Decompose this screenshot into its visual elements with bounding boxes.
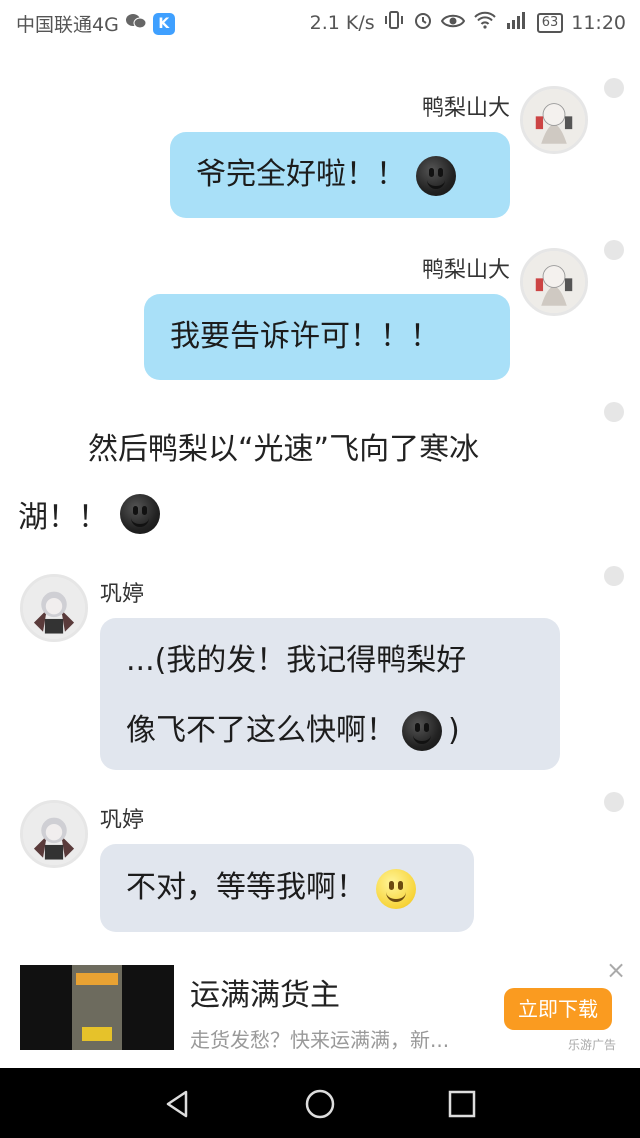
eye-icon [440,12,465,34]
message-text-end: ) [448,713,460,748]
wifi-icon [473,11,497,34]
message-select-dot[interactable] [604,78,624,98]
message-text: 爷完全好啦！！ [196,157,406,192]
status-bar: 中国联通4G K 2.1 K/s 63 11:20 [0,0,640,44]
message-text-line: 像飞不了这么快啊！ ) [126,696,534,766]
message-text: ...(我的发！我记得鸭梨好 [126,643,467,678]
recents-icon[interactable] [442,1084,482,1124]
dark-smile-emoji [402,711,442,751]
sender-name: 鸭梨山大 [421,96,510,121]
alarm-icon [413,10,433,35]
dark-smile-emoji [120,494,160,534]
yellow-smile-emoji [375,868,416,909]
message-select-dot[interactable] [604,566,624,586]
clock: 11:20 [571,11,626,34]
download-button[interactable]: 立即下载 [504,988,612,1030]
home-icon[interactable] [300,1084,340,1124]
vibrate-icon [383,10,405,35]
message-bubble[interactable]: 我要告诉许可！！！ [144,294,510,380]
battery-icon: 63 [536,12,564,33]
message-select-dot[interactable] [604,792,624,812]
message-select-dot[interactable] [604,240,624,260]
signal-icon [505,11,529,34]
ad-source-label: 乐游广告 [568,1038,617,1052]
ad-title[interactable]: 运满满货主 [190,970,340,1014]
narration-text: 湖！！ [18,500,108,535]
sender-name: 巩婷 [100,808,145,833]
dark-smile-emoji [415,155,456,196]
sender-name: 鸭梨山大 [421,258,510,283]
ad-thumbnail[interactable] [20,965,174,1050]
avatar[interactable] [20,800,88,868]
message-text: 不对，等等我啊！ [126,870,366,905]
navigation-bar [0,1068,640,1138]
narration-line: 湖！！ [18,492,160,536]
close-icon[interactable]: × [606,956,626,984]
avatar[interactable] [20,574,88,642]
avatar[interactable] [520,248,588,316]
message-bubble[interactable]: 不对，等等我啊！ [100,844,474,932]
avatar[interactable] [520,86,588,154]
message-bubble[interactable]: 爷完全好啦！！ [170,132,510,218]
message-bubble[interactable]: ...(我的发！我记得鸭梨好 像飞不了这么快啊！ ) [100,618,560,770]
carrier-label: 中国联通4G [16,14,119,36]
ad-banner[interactable]: 运满满货主 走货发愁？快来运满满，新... 立即下载 × 乐游广告 [0,950,640,1066]
back-icon[interactable] [158,1084,198,1124]
message-select-dot[interactable] [604,402,624,422]
narration-line: 然后鸭梨以“光速”飞向了寒冰 [88,432,480,467]
sender-name: 巩婷 [100,582,145,607]
message-text: 我要告诉许可！！！ [170,319,440,354]
message-text: 像飞不了这么快啊！ [126,713,396,748]
wechat-icon [125,12,147,35]
network-speed: 2.1 K/s [309,11,375,34]
ad-description[interactable]: 走货发愁？快来运满满，新... [190,1024,449,1053]
app-k-icon: K [152,12,175,35]
